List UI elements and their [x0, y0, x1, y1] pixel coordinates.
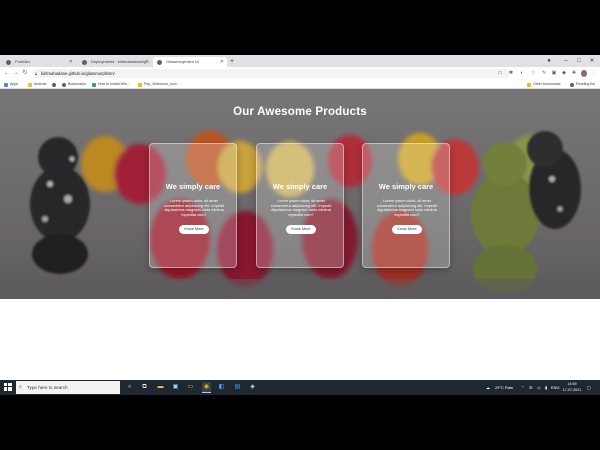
- apps-grid-icon: [4, 83, 8, 87]
- reload-icon[interactable]: ↻: [20, 68, 30, 79]
- close-tab-icon[interactable]: ✕: [145, 57, 149, 67]
- tab-title: Portfolio: [15, 59, 30, 64]
- new-tab-button[interactable]: +: [230, 57, 234, 67]
- card-text: Lorem ipsum dolor, sit amet consectetur …: [270, 198, 332, 217]
- extension-icon[interactable]: ▣: [551, 70, 557, 77]
- extension-icon[interactable]: ◐: [519, 70, 525, 77]
- hero-section: Our Awesome Products We simply care Lore…: [0, 89, 600, 299]
- clock-date: 17-07-2021: [562, 388, 582, 392]
- tab-deployments[interactable]: Deployments · kiritmahadane/g… ✕: [78, 57, 152, 67]
- close-tab-icon[interactable]: ✕: [69, 57, 73, 67]
- search-icon: ⌕: [19, 384, 22, 390]
- bookmark-label: Other bookmarks: [533, 82, 561, 86]
- star-icon[interactable]: ☆: [530, 70, 536, 77]
- bookmark-label: Bookmarks: [68, 82, 86, 86]
- network-icon[interactable]: ☰: [529, 380, 533, 395]
- taskbar-search-input[interactable]: ⌕ Type here to search: [16, 381, 120, 394]
- weather-text[interactable]: 29°C Rain: [495, 380, 513, 395]
- card-title: We simply care: [165, 182, 221, 191]
- folder-icon: [527, 83, 531, 87]
- bookmark-icon: [62, 83, 66, 87]
- address-bar[interactable]: 🔒︎ kiritmahadane.github.io/glassmorphism…: [32, 69, 510, 78]
- windows-start-icon[interactable]: [4, 383, 12, 391]
- know-more-button[interactable]: Know More: [286, 225, 316, 234]
- chevron-up-icon[interactable]: ⌃: [521, 380, 524, 395]
- lock-icon: 🔒︎: [35, 71, 38, 76]
- screen: Portfolio ✕ Deployments · kiritmahadane/…: [0, 0, 600, 450]
- product-card: We simply care Lorem ipsum dolor, sit am…: [256, 143, 344, 268]
- bookmark-other[interactable]: Other bookmarks: [527, 80, 561, 89]
- github-icon: [82, 59, 87, 65]
- profile-menu-icon[interactable]: ●: [541, 55, 557, 67]
- bookmark-label: Pay_VideoIcos_Icon…: [144, 82, 181, 86]
- bookmark-label: Reading list: [576, 82, 595, 86]
- product-card: We simply care Lorem ipsum dolor, sit am…: [149, 143, 237, 268]
- vscode-icon[interactable]: ◧: [217, 382, 226, 393]
- cortana-icon[interactable]: ○: [125, 382, 134, 393]
- clock[interactable]: 14:59 17-07-2021: [561, 381, 583, 393]
- bookmark-label: Android: [34, 82, 47, 86]
- tab-glassmorphism[interactable]: Glassmorphism UI ✕: [153, 57, 227, 67]
- extension-icon[interactable]: ✱: [508, 70, 514, 77]
- search-placeholder: Type here to search: [27, 385, 68, 390]
- menu-dots-icon[interactable]: ⋮: [591, 70, 597, 77]
- tab-portfolio[interactable]: Portfolio ✕: [2, 57, 76, 67]
- task-view-icon[interactable]: ⧉: [140, 382, 149, 393]
- card-text: Lorem ipsum dolor, sit amet consectetur …: [376, 198, 438, 217]
- avatar[interactable]: [581, 70, 587, 77]
- bookmark-label: How to Install Win…: [98, 82, 131, 86]
- page-title: Our Awesome Products: [233, 106, 367, 118]
- chrome-icon[interactable]: ◉: [202, 382, 211, 393]
- extension-icon[interactable]: ◆: [561, 70, 567, 77]
- bookmark-icons[interactable]: Pay_VideoIcos_Icon…: [138, 80, 180, 89]
- bookmark-android[interactable]: Android: [28, 80, 46, 89]
- taskbar: ⌕ Type here to search ○ ⧉ ▬ ▣ ▭ ◉ ◧ ▤ ◈ …: [0, 380, 600, 395]
- bookmark-install-win[interactable]: How to Install Win…: [92, 80, 130, 89]
- cast-icon[interactable]: ▭: [497, 70, 503, 77]
- tab-title: Glassmorphism UI: [166, 59, 199, 64]
- close-tab-icon[interactable]: ✕: [220, 57, 224, 67]
- bookmark-label: Apps: [10, 82, 19, 86]
- know-more-button[interactable]: Know More: [392, 225, 422, 234]
- browser-window: Portfolio ✕ Deployments · kiritmahadane/…: [0, 55, 600, 380]
- store-icon[interactable]: ▣: [171, 382, 180, 393]
- bookmark-bookmarks[interactable]: Bookmarks: [62, 80, 86, 89]
- address-url: kiritmahadane.github.io/glassmorphism/: [41, 71, 115, 76]
- tab-title: Deployments · kiritmahadane/g…: [91, 59, 151, 64]
- file-explorer-icon[interactable]: ▬: [156, 382, 165, 393]
- web-page: Our Awesome Products We simply care Lore…: [0, 89, 600, 380]
- globe-icon: [52, 83, 56, 87]
- bookmark-apps[interactable]: Apps: [4, 80, 18, 89]
- app-icon[interactable]: ◈: [248, 382, 257, 393]
- know-more-button[interactable]: Know More: [179, 225, 209, 234]
- puzzle-icon[interactable]: ✚: [571, 70, 577, 77]
- close-window-button[interactable]: ✕: [584, 55, 600, 67]
- language-indicator[interactable]: ENG: [551, 380, 560, 395]
- card-title: We simply care: [378, 182, 434, 191]
- volume-icon[interactable]: ◁: [537, 380, 540, 395]
- weather-icon[interactable]: ☁: [486, 380, 490, 395]
- bookmark-reading-list[interactable]: Reading list: [570, 80, 595, 89]
- product-card: We simply care Lorem ipsum dolor, sit am…: [362, 143, 450, 268]
- tab-strip: Portfolio ✕ Deployments · kiritmahadane/…: [0, 55, 600, 67]
- mail-icon[interactable]: ▤: [233, 382, 242, 393]
- notifications-icon[interactable]: ▢: [587, 380, 591, 395]
- card-title: We simply care: [272, 182, 328, 191]
- color-picker-icon[interactable]: ✎: [541, 70, 547, 77]
- reading-list-icon: [570, 83, 574, 87]
- folder-icon: [28, 83, 32, 87]
- globe-icon: [6, 59, 11, 65]
- folder-icon: [138, 83, 142, 87]
- browser-toolbar: ← → ↻ 🔒︎ kiritmahadane.github.io/glassmo…: [0, 67, 600, 80]
- battery-icon[interactable]: ▮: [545, 380, 547, 395]
- page-icon: [92, 83, 96, 87]
- globe-icon: [157, 59, 162, 65]
- card-text: Lorem ipsum dolor, sit amet consectetur …: [163, 198, 225, 217]
- folder-icon[interactable]: ▭: [186, 382, 195, 393]
- bookmarks-bar: Apps Android Bookmarks How to Install Wi…: [0, 80, 600, 89]
